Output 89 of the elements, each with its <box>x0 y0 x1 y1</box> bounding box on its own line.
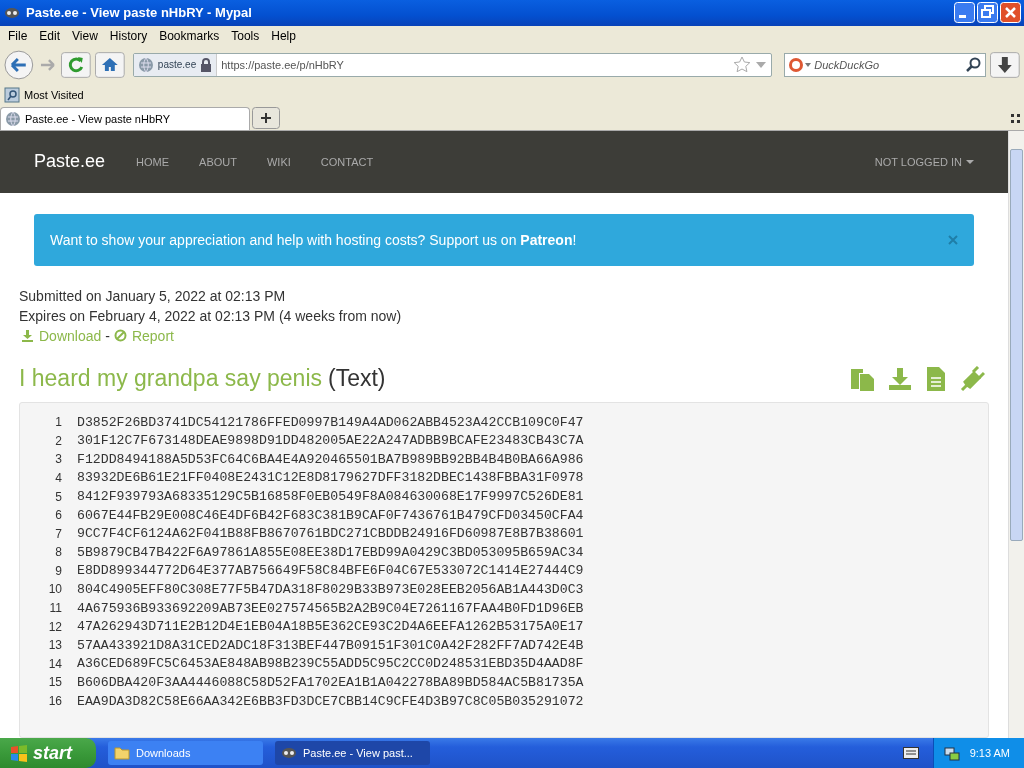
taskbar-button[interactable]: Downloads <box>108 741 263 765</box>
dropdown-icon <box>755 60 768 69</box>
paste-title: I heard my grandpa say penis <box>19 365 322 392</box>
menu-item[interactable]: Help <box>265 28 302 43</box>
nav-link[interactable]: HOME <box>121 155 185 168</box>
globe-icon <box>137 56 154 73</box>
app-icon <box>4 5 20 21</box>
line-number: 16 <box>47 694 62 709</box>
code-line: D3852F26BD3741DC54121786FFED0997B149A4AD062ABB4523A42CCB109C0F47 <box>77 414 584 430</box>
scroll-thumb[interactable] <box>1010 148 1023 541</box>
line-number: 8 <box>54 545 62 560</box>
star-icon <box>733 55 752 74</box>
menu-item[interactable]: History <box>103 28 154 43</box>
code-line: 57AA433921D8A31CED2ADC18F313BEF447B09151F301C0A42F282FF7AD742E4B <box>77 637 584 653</box>
window-title: Paste.ee - View paste nHbRY - Mypal <box>26 5 253 21</box>
line-number: 11 <box>48 601 62 616</box>
minimize-icon[interactable] <box>954 2 975 24</box>
keyboard-icon <box>902 747 919 759</box>
search-field[interactable]: DuckDuckGo <box>812 57 967 72</box>
code-line: 83932DE6B61E21FF0408E2431C12E8D8179627DFF3182DBEC1438FBBA31F0978 <box>77 470 584 486</box>
code-line: 8412F939793A68335129C5B16858F0EB0549F8A084630068E17F9997C526DE81 <box>77 489 584 504</box>
line-number: 12 <box>47 619 62 634</box>
line-number: 5 <box>54 489 62 504</box>
document-icon[interactable] <box>925 365 947 392</box>
line-number: 14 <box>47 656 62 671</box>
windows-logo-icon <box>10 744 28 762</box>
folder-icon <box>114 746 130 760</box>
restore-icon[interactable] <box>977 2 998 24</box>
site-brand[interactable]: Paste.ee <box>34 151 106 173</box>
menu-item[interactable]: Edit <box>33 28 67 43</box>
search-icon <box>966 56 983 73</box>
code-line: EAA9DA3D82C58E66AA342E6BB3FD3DCE7CBB14C9CFE4D3B97C8C05B035291072 <box>77 693 584 709</box>
home-icon[interactable] <box>95 51 125 78</box>
menu-item[interactable]: Tools <box>225 28 266 43</box>
download-icon <box>21 329 34 343</box>
new-tab-icon[interactable] <box>252 106 280 129</box>
app-icon <box>281 745 297 761</box>
line-number: 13 <box>47 638 62 653</box>
code-line: F12DD8494188A5D53FC64C6BA4E4A920465501BA7B989BB92BB4B4B0BA66A986 <box>77 451 584 467</box>
code-line: 4A675936B933692209AB73EE027574565B2A2B9C04E7261167FAA4B0FD1D96EB <box>77 600 584 616</box>
taskbar-button[interactable]: Paste.ee - View past... <box>275 741 430 765</box>
search-bar[interactable]: DuckDuckGo <box>784 52 987 77</box>
line-number: 6 <box>54 508 62 523</box>
lock-icon <box>200 57 213 72</box>
site-name: paste.ee <box>157 59 197 71</box>
account-menu[interactable]: NOT LOGGED IN <box>874 155 974 168</box>
nav-link[interactable]: ABOUT <box>184 155 252 168</box>
line-number: 1 <box>54 415 62 430</box>
nav-link[interactable]: CONTACT <box>305 155 389 168</box>
separator-text: - <box>105 326 110 346</box>
line-number: 2 <box>54 433 62 448</box>
reload-icon[interactable] <box>61 51 92 78</box>
expires-text: Expires on February 4, 2022 at 02:13 PM (4 weeks from now) <box>19 306 403 326</box>
code-line: E8DD899344772D64E377AB756649F58C84BFE6F04C67E533072C1414E27444C9 <box>77 563 584 579</box>
code-line: 47A262943D711E2B12D4E1EB04A18B5E362CE93C2D4A6EEFA1262B53175A0E17 <box>77 619 584 635</box>
code-line: B606DBA420F3AA4446088C58D52FA1702EA1B1A042278BA89BD584AC5B81735A <box>77 674 584 690</box>
bookmark-item[interactable]: Most Visited <box>24 88 84 101</box>
menu-item[interactable]: File <box>2 28 34 43</box>
globe-icon <box>5 110 21 127</box>
code-line: 9CC7F4CF6124A62F041B88FB8670761BDC271CBDDB24916FD60987E8B7B38601 <box>77 526 584 542</box>
line-number: 15 <box>47 675 62 690</box>
banner-text: Want to show your appreciation and help with hosting costs? Support us on Patreon! <box>50 231 578 248</box>
line-number: 3 <box>54 452 62 467</box>
code-line: 6067E44FB29E008C46E4DF6B42F683C381B9CAF0F7436761B479CFD03450CFA4 <box>77 507 584 523</box>
network-icon <box>943 745 960 761</box>
download-icon[interactable] <box>887 365 913 392</box>
plug-icon[interactable] <box>959 365 985 392</box>
line-number: 4 <box>54 470 62 485</box>
menu-item[interactable]: View <box>66 28 104 43</box>
url-text: https://paste.ee/p/nHbRY <box>221 58 345 71</box>
code-line: 301F12C7F673148DEAE9898D91DD482005AE22A247ADBB9BCAFE23483CB43C7A <box>77 433 584 449</box>
line-number: 10 <box>47 582 62 597</box>
back-icon[interactable] <box>4 49 34 80</box>
line-number: 7 <box>54 526 62 541</box>
code-line: A36CED689FC5C6453AE848AB98B239C55ADD5C95C2CC0D248531EBD35D4AAD8F <box>77 656 584 672</box>
paste-type: (Text) <box>328 365 386 392</box>
code-line: 5B9879CB47B422F6A97861A855E08EE38D17EBD99A0429C3BD053095B659AC34 <box>77 544 584 560</box>
code-line: 804C4905EFF80C308E77F5B47DA318F8029B33B973E028EEB2056AB1A443D0C3 <box>77 581 584 597</box>
submitted-text: Submitted on January 5, 2022 at 02:13 PM <box>19 286 287 306</box>
clock-text: 9:13 AM <box>969 747 1010 759</box>
scrollbar[interactable] <box>1008 130 1024 738</box>
menu-item[interactable]: Bookmarks <box>153 28 226 43</box>
address-bar[interactable]: paste.ee https://paste.ee/p/nHbRY <box>132 52 773 77</box>
line-number: 9 <box>54 563 62 578</box>
grid-icon <box>1011 113 1021 124</box>
ban-icon <box>113 329 127 343</box>
nav-link[interactable]: WIKI <box>251 155 306 168</box>
browser-tab[interactable]: Paste.ee - View paste nHbRY <box>0 106 250 130</box>
start-button[interactable]: start <box>0 738 96 768</box>
